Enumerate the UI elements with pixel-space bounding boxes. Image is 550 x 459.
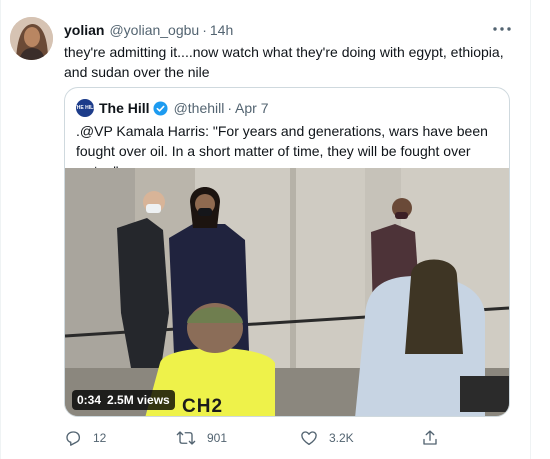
tweet[interactable]: yolian @yolian_ogbu · 14h they're admitt… xyxy=(0,0,530,459)
video-duration: 0:34 xyxy=(77,393,102,407)
author-avatar[interactable] xyxy=(10,17,53,60)
reply-icon xyxy=(64,429,82,447)
tweet-actions: 12 901 3.2K xyxy=(64,428,510,448)
share-icon xyxy=(421,429,439,447)
verified-icon xyxy=(153,100,168,116)
tweet-text: they're admitting it....now watch what t… xyxy=(64,44,504,80)
tweet-time[interactable]: 14h xyxy=(210,22,233,38)
timeline-right-border xyxy=(530,0,531,459)
like-button[interactable]: 3.2K xyxy=(300,428,354,448)
retweet-button[interactable]: 901 xyxy=(176,428,227,448)
quoted-tweet-header: THE HILL The Hill @thehill · Apr 7 xyxy=(74,98,269,118)
retweet-icon xyxy=(176,429,196,447)
author-name[interactable]: yolian xyxy=(64,22,104,38)
reply-button[interactable]: 12 xyxy=(64,428,106,448)
quoted-author-handle: @thehill xyxy=(173,100,225,116)
header-separator: · xyxy=(202,22,207,38)
reply-count: 12 xyxy=(93,431,107,445)
tweet-header: yolian @yolian_ogbu · 14h xyxy=(64,20,233,40)
like-icon xyxy=(300,429,318,447)
more-icon[interactable] xyxy=(492,21,512,37)
video-views: 2.5M views xyxy=(107,393,170,407)
shirt-text: CH2 xyxy=(182,396,224,417)
video-duration-badge: 0:34 2.5M views xyxy=(72,390,175,410)
quoted-author-name: The Hill xyxy=(99,100,150,116)
video-player[interactable]: CH2 0:34 2.5M views xyxy=(65,168,509,417)
quoted-header-separator: · xyxy=(227,100,233,116)
quoted-tweet-date: Apr 7 xyxy=(235,100,269,116)
author-handle[interactable]: @yolian_ogbu xyxy=(109,22,199,38)
like-count: 3.2K xyxy=(329,431,354,445)
retweet-count: 901 xyxy=(207,431,228,445)
share-button[interactable] xyxy=(421,428,439,448)
video-frame xyxy=(65,168,509,416)
quoted-author-avatar: THE HILL xyxy=(74,99,96,117)
quoted-tweet[interactable]: THE HILL The Hill @thehill · Apr 7 .@VP … xyxy=(64,87,510,417)
